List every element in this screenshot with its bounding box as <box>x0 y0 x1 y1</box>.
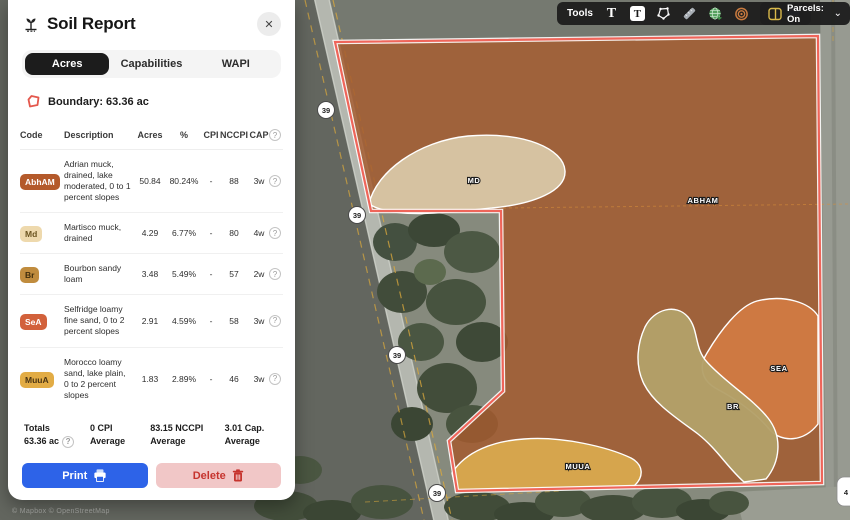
soil-plant-icon <box>22 15 40 33</box>
soil-code-badge: Md <box>20 226 42 242</box>
boundary-polygon-icon <box>26 94 41 109</box>
map-attribution: © Mapbox © OpenStreetMap <box>12 508 110 515</box>
col-description: Description <box>64 130 135 140</box>
help-icon[interactable]: ? <box>269 315 281 327</box>
boundary-label: Boundary: 63.36 ac <box>48 96 149 108</box>
table-row: MuuA Morocco loamy sand, lake plain, 0 t… <box>20 348 283 410</box>
printer-icon <box>93 469 107 482</box>
print-button[interactable]: Print <box>22 463 148 488</box>
totals-label: Totals <box>24 422 86 436</box>
app-window: 39 39 39 39 4 ABHAM MD SEA BR MUUA © Map… <box>0 0 850 520</box>
ruler-tool-icon[interactable] <box>682 6 697 22</box>
soil-label-muua: MUUA <box>566 462 591 471</box>
tab-wapi[interactable]: WAPI <box>194 53 278 75</box>
parcel-layer-icon <box>768 6 782 22</box>
help-icon[interactable]: ? <box>269 227 281 239</box>
totals-row: Totals 63.36 ac ? 0 CPI Average 83.15 NC… <box>24 422 281 449</box>
table-row: Br Bourbon sandy loam 3.48 5.49% - 57 2w… <box>20 254 283 295</box>
col-cpi: CPI <box>203 130 219 140</box>
soil-label-abham: ABHAM <box>688 196 719 205</box>
tools-label: Tools <box>567 8 593 19</box>
soil-code-badge: SeA <box>20 314 47 330</box>
chevron-down-icon: ⌄ <box>834 8 842 19</box>
col-acres: Acres <box>135 130 165 140</box>
field-southeast <box>735 486 850 520</box>
cpi-average-value: 0 CPI <box>90 422 146 436</box>
delete-button[interactable]: Delete <box>156 463 282 488</box>
svg-text:39: 39 <box>353 211 361 220</box>
soil-code-badge: Br <box>20 267 39 283</box>
parcels-toggle[interactable]: Parcels: On ⌄ <box>760 2 850 25</box>
contour-rings-icon[interactable] <box>734 6 749 22</box>
globe-export-icon[interactable] <box>708 6 723 22</box>
col-percent: % <box>165 130 203 140</box>
soil-report-panel: Soil Report ✕ Acres Capabilities WAPI Bo… <box>8 0 295 500</box>
table-row: SeA Selfridge loamy fine sand, 0 to 2 pe… <box>20 295 283 347</box>
panel-header: Soil Report ✕ <box>18 10 285 36</box>
col-nccpi: NCCPI <box>219 130 249 140</box>
soil-label-sea: SEA <box>770 364 787 373</box>
soil-code-badge: AbhAM <box>20 174 60 190</box>
parcels-label: Parcels: On <box>787 3 828 25</box>
help-icon[interactable]: ? <box>269 373 281 385</box>
table-row: Md Martisco muck, drained 4.29 6.77% - 8… <box>20 213 283 254</box>
boundary-row: Boundary: 63.36 ac <box>26 94 281 109</box>
totals-acres: 63.36 ac <box>24 435 59 449</box>
help-icon[interactable]: ? <box>269 268 281 280</box>
nccpi-average-value: 83.15 NCCPI <box>150 422 220 436</box>
svg-text:39: 39 <box>433 489 441 498</box>
col-code: Code <box>20 130 64 140</box>
help-icon[interactable]: ? <box>269 129 281 141</box>
report-tabs: Acres Capabilities WAPI <box>22 50 281 78</box>
text-tool-icon[interactable]: T <box>604 6 619 22</box>
soil-label-md: MD <box>468 176 481 185</box>
soil-table: Code Description Acres % CPI NCCPI CAP ?… <box>20 125 283 410</box>
svg-text:39: 39 <box>393 351 401 360</box>
page-title: Soil Report <box>47 14 135 34</box>
col-cap: CAP <box>249 130 269 140</box>
tab-acres[interactable]: Acres <box>25 53 109 75</box>
soil-label-br: BR <box>727 402 739 411</box>
svg-text:39: 39 <box>322 106 330 115</box>
text-box-tool-icon[interactable]: T <box>630 6 645 22</box>
polygon-tool-icon[interactable] <box>656 6 671 22</box>
table-header: Code Description Acres % CPI NCCPI CAP ? <box>20 125 283 150</box>
tab-capabilities[interactable]: Capabilities <box>109 53 193 75</box>
close-button[interactable]: ✕ <box>257 12 281 36</box>
help-icon[interactable]: ? <box>62 436 74 448</box>
table-row: AbhAM Adrian muck, drained, lake moderat… <box>20 150 283 213</box>
trash-icon <box>232 469 244 482</box>
help-icon[interactable]: ? <box>269 175 281 187</box>
panel-actions: Print Delete <box>18 463 285 488</box>
cap-average-value: 3.01 Cap. <box>225 422 281 436</box>
soil-code-badge: MuuA <box>20 372 54 388</box>
